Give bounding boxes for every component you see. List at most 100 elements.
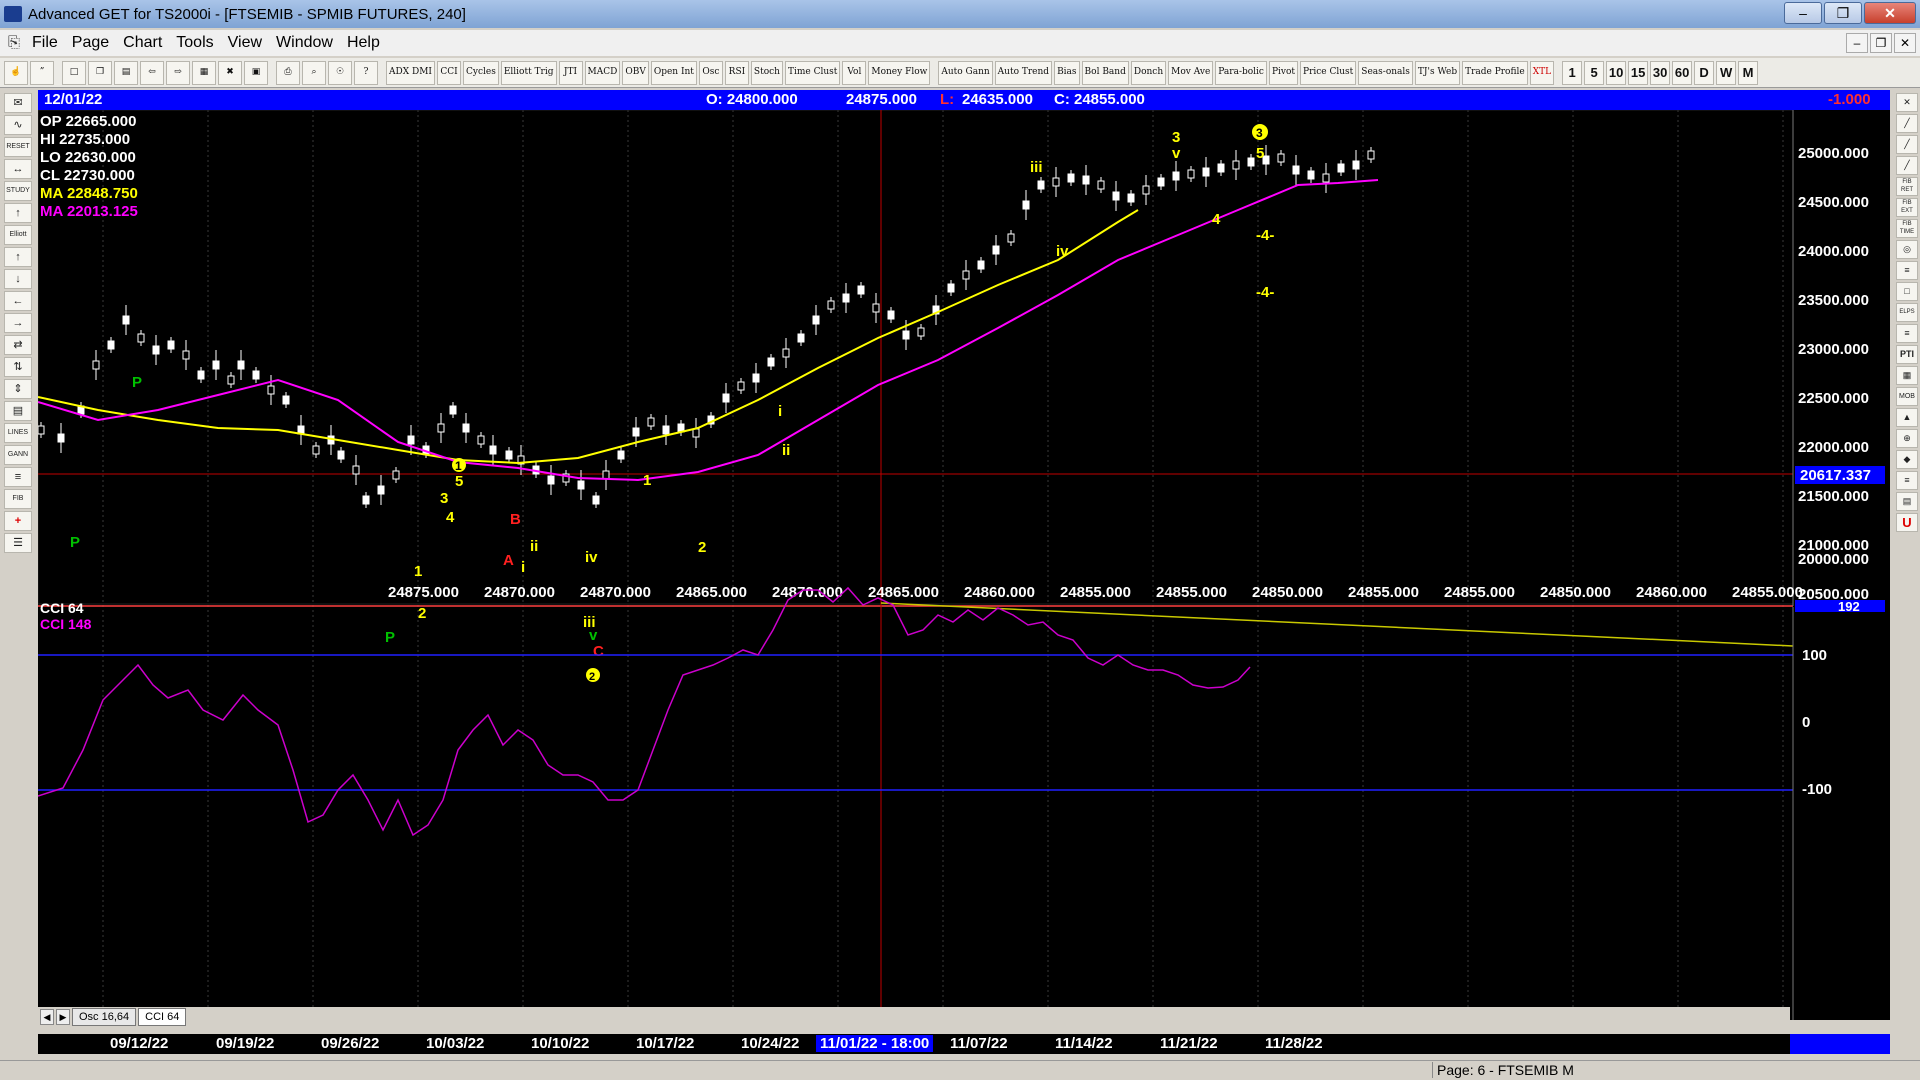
period-15[interactable]: 15: [1628, 60, 1649, 85]
menu-tools[interactable]: Tools: [176, 34, 213, 52]
chart-window[interactable]: 12/01/22 O: 24800.000 24875.000 L: 24635…: [38, 90, 1890, 1020]
paste-button[interactable]: ▤: [114, 60, 138, 85]
document-icon[interactable]: ⎘: [8, 34, 24, 52]
quote-tool-button[interactable]: ”: [30, 60, 54, 85]
period-w[interactable]: W: [1716, 60, 1737, 85]
left-tool-up-icon[interactable]: ↑: [4, 203, 32, 223]
tool-seasonals[interactable]: Seas-onals: [1358, 60, 1413, 85]
left-tool-swap-v-icon[interactable]: ⇅: [4, 357, 32, 377]
left-tool-arrow-up-icon[interactable]: ↑: [4, 247, 32, 267]
right-tool-sheet-icon[interactable]: ▤: [1896, 492, 1918, 511]
search-button[interactable]: ⌕: [302, 60, 326, 85]
right-tool-box-icon[interactable]: □: [1896, 282, 1918, 301]
tab-osc[interactable]: Osc 16,64: [72, 1008, 137, 1026]
tool-pivot[interactable]: Pivot: [1268, 60, 1299, 85]
left-tool-fib[interactable]: FIB: [4, 489, 32, 509]
menu-file[interactable]: File: [32, 34, 58, 52]
left-tool-reset[interactable]: RESET: [4, 137, 32, 157]
tool-price-clust[interactable]: Price Clust: [1300, 60, 1357, 85]
right-tool-target-icon[interactable]: ◎: [1896, 240, 1918, 259]
right-tool-channel-icon[interactable]: ≡: [1896, 324, 1918, 343]
tool-tjs-web[interactable]: TJ's Web: [1414, 60, 1461, 85]
tool-cycles[interactable]: Cycles: [462, 60, 499, 85]
period-60[interactable]: 60: [1672, 60, 1693, 85]
left-tool-grid-icon[interactable]: ▤: [4, 401, 32, 421]
tool-money-flow[interactable]: Money Flow: [868, 60, 931, 85]
left-tool-stretch-icon[interactable]: ⇕: [4, 379, 32, 399]
right-tool-fib-ret[interactable]: FIB RET: [1896, 177, 1918, 196]
layout-button[interactable]: ▣: [244, 60, 268, 85]
tool-macd[interactable]: MACD: [584, 60, 621, 85]
tool-parabolic[interactable]: Para-bolic: [1215, 60, 1267, 85]
period-m[interactable]: M: [1738, 60, 1759, 85]
right-tool-table-icon[interactable]: ▦: [1896, 366, 1918, 385]
tool-bol-band[interactable]: Bol Band: [1081, 60, 1129, 85]
tool-xtl[interactable]: XTL: [1529, 60, 1555, 85]
right-tool-mob[interactable]: MOB: [1896, 387, 1918, 406]
menu-view[interactable]: View: [228, 34, 262, 52]
pointer-tool-button[interactable]: ☝: [4, 60, 28, 85]
right-tool-zoom-icon[interactable]: ⊕: [1896, 429, 1918, 448]
right-tool-pti[interactable]: PTI: [1896, 345, 1918, 364]
new-button[interactable]: □: [62, 60, 86, 85]
tool-elliott[interactable]: Elliott Trig: [500, 60, 557, 85]
tool-vol[interactable]: Vol: [842, 60, 867, 85]
right-tool-line-icon[interactable]: ╱: [1896, 114, 1918, 133]
right-tool-u[interactable]: U: [1896, 513, 1918, 532]
right-tool-fib-ext[interactable]: FIB EXT: [1896, 198, 1918, 217]
scroll-right-button[interactable]: ⇨: [166, 60, 190, 85]
tool-auto-trend[interactable]: Auto Trend: [994, 60, 1053, 85]
tool-mov-ave[interactable]: Mov Ave: [1168, 60, 1214, 85]
tool-rsi[interactable]: RSI: [724, 60, 749, 85]
right-tool-fib-time[interactable]: FIB TIME: [1896, 219, 1918, 238]
right-tool-triangle-icon[interactable]: ▲: [1896, 408, 1918, 427]
tool-cci[interactable]: CCI: [436, 60, 461, 85]
left-tool-wave-icon[interactable]: ∿: [4, 115, 32, 135]
left-tool-arrow-left-icon[interactable]: ←: [4, 291, 32, 311]
right-tool-elps[interactable]: ELPS: [1896, 303, 1918, 322]
left-tool-crosshair-icon[interactable]: +: [4, 511, 32, 531]
tool-stoch[interactable]: Stoch: [750, 60, 783, 85]
left-tool-arrow-right-icon[interactable]: →: [4, 313, 32, 333]
period-5[interactable]: 5: [1584, 60, 1605, 85]
left-tool-zoom-icon[interactable]: ↔: [4, 159, 32, 179]
price-chart[interactable]: OP 22665.000 HI 22735.000 LO 22630.000 C…: [38, 110, 1890, 1020]
scroll-left-button[interactable]: ⇦: [140, 60, 164, 85]
tab-cci[interactable]: CCI 64: [138, 1008, 187, 1026]
copy-button[interactable]: ❐: [88, 60, 112, 85]
tool-bias[interactable]: Bias: [1054, 60, 1080, 85]
menu-chart[interactable]: Chart: [123, 34, 162, 52]
left-tool-gann[interactable]: GANN: [4, 445, 32, 465]
menu-window[interactable]: Window: [276, 34, 333, 52]
tool-donch[interactable]: Donch: [1130, 60, 1167, 85]
mdi-minimize-button[interactable]: –: [1846, 33, 1868, 53]
left-tool-swap-h-icon[interactable]: ⇄: [4, 335, 32, 355]
mdi-close-button[interactable]: ✕: [1894, 33, 1916, 53]
left-tool-study[interactable]: STUDY: [4, 181, 32, 201]
menu-help[interactable]: Help: [347, 34, 380, 52]
tool-osc[interactable]: Osc: [698, 60, 723, 85]
left-tool-list-icon[interactable]: ☰: [4, 533, 32, 553]
tool-open-int[interactable]: Open Int: [650, 60, 697, 85]
right-tool-diamond-icon[interactable]: ◆: [1896, 450, 1918, 469]
period-d[interactable]: D: [1694, 60, 1715, 85]
tool-jti[interactable]: JTI: [558, 60, 583, 85]
period-30[interactable]: 30: [1650, 60, 1671, 85]
menu-page[interactable]: Page: [72, 34, 109, 52]
right-tool-line3-icon[interactable]: ╱: [1896, 156, 1918, 175]
tab-scroll-left-icon[interactable]: ◀: [40, 1009, 54, 1025]
right-tool-close-icon[interactable]: ✕: [1896, 93, 1918, 112]
tool-adx[interactable]: ADX DMI: [386, 60, 435, 85]
cross-button[interactable]: ✖: [218, 60, 242, 85]
tool-auto-gann[interactable]: Auto Gann: [938, 60, 993, 85]
tool-obv[interactable]: OBV: [622, 60, 649, 85]
tool-time-clust[interactable]: Time Clust: [784, 60, 841, 85]
right-tool-line2-icon[interactable]: ╱: [1896, 135, 1918, 154]
right-tool-bars-icon[interactable]: ≡: [1896, 471, 1918, 490]
minimize-button[interactable]: –: [1784, 2, 1822, 24]
left-tool-menu-icon[interactable]: ≡: [4, 467, 32, 487]
print-button[interactable]: ⎙: [276, 60, 300, 85]
period-1[interactable]: 1: [1562, 60, 1583, 85]
left-tool-elliott[interactable]: Elliott: [4, 225, 32, 245]
left-tool-lines[interactable]: LINES: [4, 423, 32, 443]
